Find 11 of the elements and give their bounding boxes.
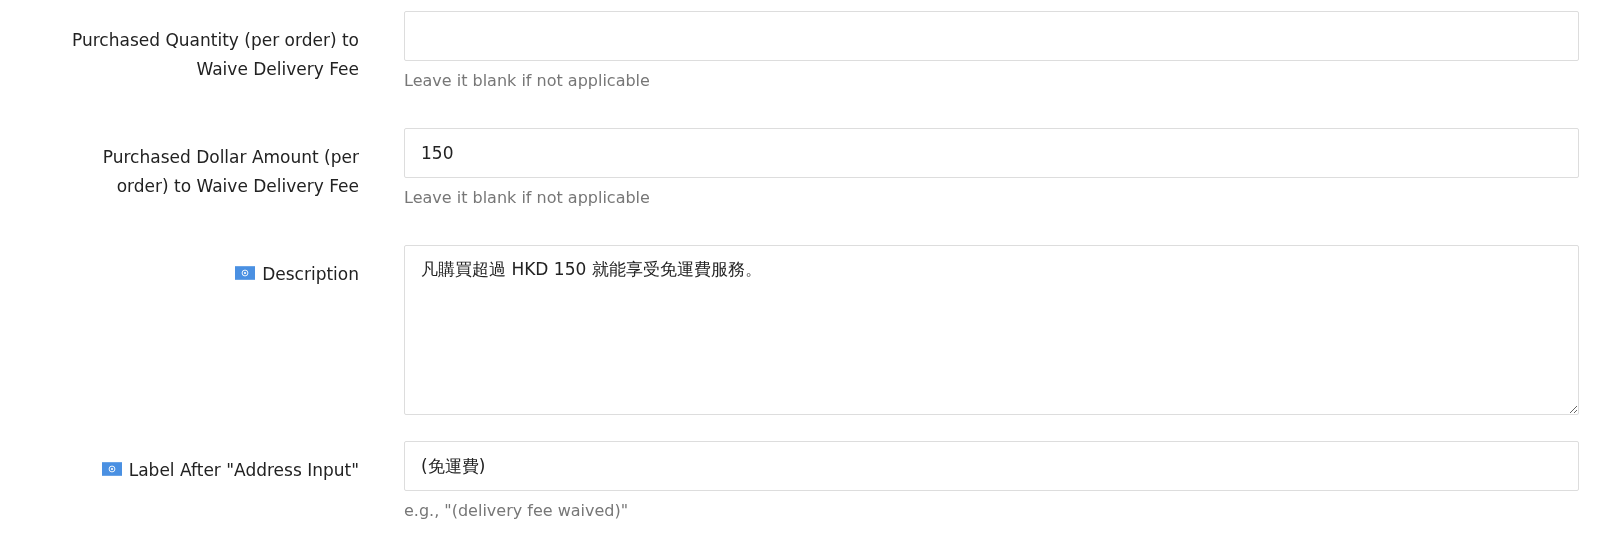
field-label: Purchased Quantity (per order) to Waive Delivery Fee bbox=[72, 29, 359, 81]
help-text: Leave it blank if not applicable bbox=[404, 71, 651, 90]
field-label: Purchased Dollar Amount (per order) to Waive Delivery Fee bbox=[102, 146, 359, 198]
input-field[interactable]: (免運費) bbox=[404, 441, 1579, 491]
help-text: e.g., "(delivery fee waived)" bbox=[404, 501, 630, 520]
field-label: Label After "Address Input" bbox=[128, 459, 359, 482]
field-label: Description bbox=[262, 263, 359, 286]
help-text: Leave it blank if not applicable bbox=[404, 188, 651, 207]
input-field[interactable] bbox=[404, 11, 1579, 61]
text-area[interactable]: 凡購買超過 HKD 150 就能享受免運費服務。 bbox=[404, 245, 1579, 415]
input-field[interactable]: 150 bbox=[404, 128, 1579, 178]
